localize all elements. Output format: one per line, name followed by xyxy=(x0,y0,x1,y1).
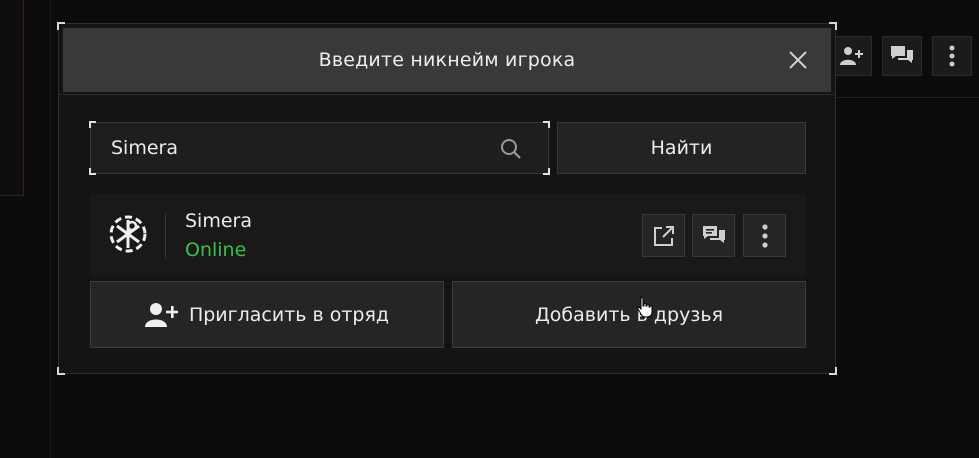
more-options-button[interactable] xyxy=(743,214,786,257)
more-vertical-icon xyxy=(949,45,955,67)
find-player-modal: Введите никнейм игрока Найти Simera Onli… xyxy=(57,22,837,375)
add-user-icon xyxy=(144,302,178,327)
corner-bracket xyxy=(829,367,837,375)
focus-bracket xyxy=(543,168,550,175)
open-profile-button[interactable] xyxy=(642,214,685,257)
player-status: Online xyxy=(185,239,247,261)
background-toolbar xyxy=(832,30,979,86)
chat-icon xyxy=(891,46,913,63)
player-result-card: Simera Online xyxy=(90,194,806,276)
background-divider-horizontal xyxy=(836,97,979,98)
chat-button[interactable] xyxy=(692,214,735,257)
invite-label: Пригласить в отряд xyxy=(188,303,390,326)
close-icon xyxy=(789,51,807,69)
corner-bracket xyxy=(57,367,65,375)
background-panel xyxy=(0,0,24,196)
background-divider xyxy=(50,0,51,458)
modal-title: Введите никнейм игрока xyxy=(318,49,576,71)
focus-bracket xyxy=(89,121,96,128)
more-vertical-icon xyxy=(761,223,768,248)
search-input[interactable] xyxy=(111,137,491,159)
player-name: Simera xyxy=(185,210,252,232)
add-friend-button[interactable]: Добавить в друзья xyxy=(452,281,806,348)
modal-header: Введите никнейм игрока xyxy=(63,28,831,92)
find-button[interactable]: Найти xyxy=(557,122,806,174)
bg-add-user-button[interactable] xyxy=(832,36,872,76)
external-link-icon xyxy=(653,225,674,246)
bg-chat-button[interactable] xyxy=(882,36,922,76)
search-field[interactable] xyxy=(89,121,550,175)
invite-to-squad-button[interactable]: Пригласить в отряд xyxy=(90,281,444,348)
add-user-icon xyxy=(840,47,863,65)
close-button[interactable] xyxy=(787,49,809,71)
player-avatar-logo xyxy=(109,215,147,253)
chat-icon xyxy=(702,225,725,243)
hand-cursor-icon xyxy=(637,296,653,318)
add-friend-label: Добавить в друзья xyxy=(534,303,724,326)
search-icon[interactable] xyxy=(500,138,522,160)
card-divider xyxy=(165,214,166,258)
focus-bracket xyxy=(89,168,96,175)
bg-more-button[interactable] xyxy=(932,36,972,76)
header-divider xyxy=(59,94,835,95)
focus-bracket xyxy=(543,121,550,128)
